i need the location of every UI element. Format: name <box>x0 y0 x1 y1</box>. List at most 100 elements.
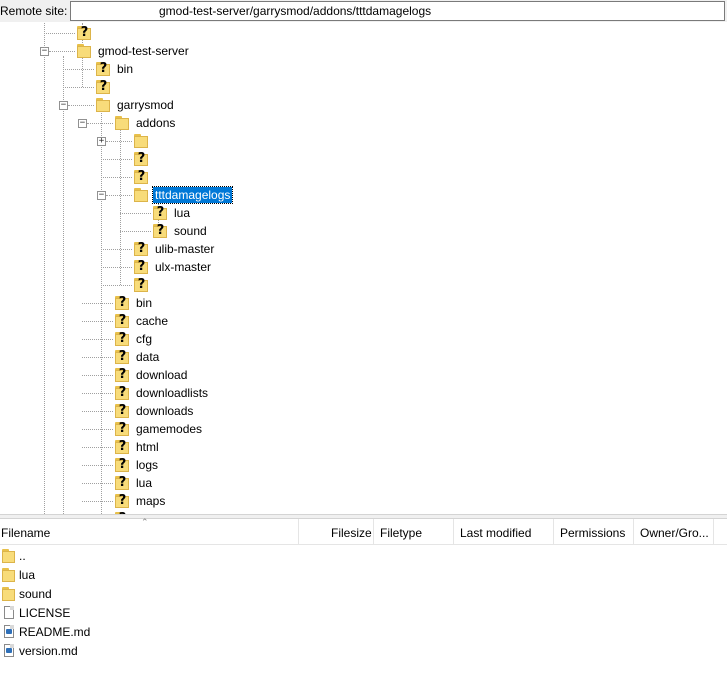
tree-guide-line <box>82 321 113 322</box>
remote-site-label: Remote site: <box>0 4 68 18</box>
tree-node-label: bin <box>117 62 134 76</box>
tree-node-label: lua <box>174 206 191 220</box>
column-header[interactable]: Owner/Gro... <box>634 519 714 544</box>
unknown-folder-icon: ? <box>76 25 92 41</box>
markdown-file-icon <box>2 624 16 640</box>
file-row[interactable]: .. <box>0 546 727 565</box>
tree-node[interactable]: ? sound <box>152 222 209 240</box>
tree-node[interactable]: ? lua <box>152 204 192 222</box>
tree-node[interactable]: ? downloads <box>114 402 195 420</box>
tree-node[interactable]: ? downloadlists <box>114 384 210 402</box>
expand-icon[interactable]: + <box>97 137 106 146</box>
collapse-icon[interactable]: − <box>78 119 87 128</box>
unknown-folder-icon: ? <box>114 421 130 437</box>
remote-site-path-input[interactable] <box>70 1 725 21</box>
tree-node-label: data <box>136 350 160 364</box>
tree-guide-line <box>101 249 132 250</box>
tree-node[interactable]: ? <box>95 78 111 96</box>
unknown-folder-icon: ? <box>133 259 149 275</box>
tree-guide-line <box>101 177 132 178</box>
unknown-folder-icon: ? <box>114 403 130 419</box>
tree-guide-line <box>82 375 113 376</box>
tree-guide-line <box>82 411 113 412</box>
tree-node[interactable]: garrysmod <box>95 96 176 114</box>
column-header[interactable]: Filetype <box>374 519 454 544</box>
tree-node-label: garrysmod <box>117 98 174 112</box>
tree-node[interactable]: ? <box>133 150 149 168</box>
unknown-folder-icon: ? <box>114 439 130 455</box>
file-row[interactable]: version.md <box>0 641 727 660</box>
collapse-icon[interactable]: − <box>59 101 68 110</box>
tree-node[interactable]: ? ulx-master <box>133 258 213 276</box>
tree-guide-line <box>120 128 121 285</box>
tree-node[interactable]: ? maps <box>114 492 167 510</box>
tree-node[interactable]: ? ulib-master <box>133 240 216 258</box>
column-header[interactable]: Filesize <box>325 519 374 544</box>
tree-node[interactable]: ? <box>133 276 149 294</box>
tree-node-label: sound <box>174 224 207 238</box>
tree-node-label: addons <box>136 116 176 130</box>
collapse-icon[interactable]: − <box>97 191 106 200</box>
tree-node-label: downloadlists <box>136 386 209 400</box>
column-header[interactable]: Filename <box>0 519 299 544</box>
unknown-folder-icon: ? <box>114 367 130 383</box>
remote-directory-tree[interactable]: ? − gmod-test-server? bin? − garrysmod − addons… <box>0 23 727 514</box>
file-row[interactable]: sound <box>0 584 727 603</box>
tree-node[interactable] <box>133 132 149 150</box>
tree-node[interactable]: ? bin <box>114 294 154 312</box>
tree-node[interactable]: ? data <box>114 348 161 366</box>
unknown-folder-icon: ? <box>133 241 149 257</box>
remote-site-bar: Remote site: <box>0 0 727 22</box>
tree-guide-line <box>63 87 94 88</box>
tree-guide-line <box>87 123 113 124</box>
tree-node[interactable]: tttdamagelogs <box>133 186 234 204</box>
tree-node[interactable]: ? <box>133 168 149 186</box>
tree-node-label: ulib-master <box>155 242 215 256</box>
markdown-file-icon <box>2 643 16 659</box>
file-row[interactable]: lua <box>0 565 727 584</box>
tree-node[interactable]: ? download <box>114 366 189 384</box>
unknown-folder-icon: ? <box>133 151 149 167</box>
tree-node[interactable]: ? cache <box>114 312 170 330</box>
tree-node[interactable]: ? cfg <box>114 330 154 348</box>
tree-guide-line <box>82 393 113 394</box>
column-header[interactable]: Permissions <box>554 519 634 544</box>
tree-node[interactable]: ? lua <box>114 474 154 492</box>
folder-icon <box>2 548 16 564</box>
tree-node-label: ulx-master <box>155 260 212 274</box>
folder-icon <box>2 567 16 583</box>
tree-guide-line <box>82 465 113 466</box>
folder-icon <box>114 115 130 131</box>
column-header[interactable]: Last modified <box>454 519 554 544</box>
tree-guide-line <box>49 51 75 52</box>
tree-guide-line <box>82 447 113 448</box>
unknown-folder-icon: ? <box>152 223 168 239</box>
tree-node[interactable]: ? <box>76 24 92 42</box>
unknown-folder-icon: ? <box>114 385 130 401</box>
tree-node[interactable]: ? logs <box>114 456 160 474</box>
tree-node[interactable]: addons <box>114 114 177 132</box>
collapse-icon[interactable]: − <box>40 47 49 56</box>
tree-guide-line <box>44 33 75 34</box>
tree-node[interactable]: ? html <box>114 438 161 456</box>
file-row[interactable]: LICENSE <box>0 603 727 622</box>
tree-guide-line <box>101 110 102 514</box>
unknown-folder-icon: ? <box>133 169 149 185</box>
unknown-folder-icon: ? <box>114 457 130 473</box>
tree-guide-line <box>106 195 132 196</box>
tree-node[interactable]: ? gamemodes <box>114 420 204 438</box>
remote-file-list[interactable]: ⌃ Filename Filesize Filetype Last modified P… <box>0 517 727 677</box>
unknown-folder-icon: ? <box>114 295 130 311</box>
file-row[interactable]: README.md <box>0 622 727 641</box>
unknown-folder-icon: ? <box>95 61 111 77</box>
folder-icon <box>76 43 92 59</box>
tree-guide-line <box>101 285 132 286</box>
tree-guide-line <box>63 69 94 70</box>
tree-guide-line <box>106 141 132 142</box>
tree-node[interactable]: gmod-test-server <box>76 42 191 60</box>
file-icon <box>2 605 16 621</box>
tree-node-label: maps <box>136 494 166 508</box>
folder-icon <box>95 97 111 113</box>
tree-node-label: lua <box>136 476 153 490</box>
tree-node[interactable]: ? bin <box>95 60 135 78</box>
